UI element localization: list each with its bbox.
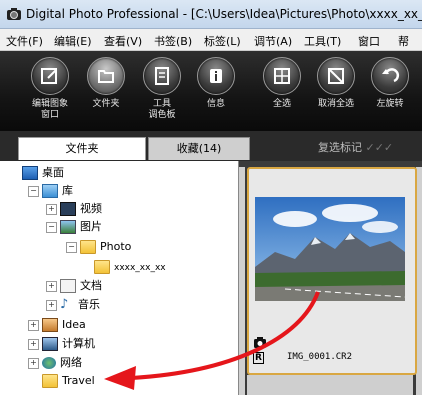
camera-icon <box>254 337 266 348</box>
rotate-left-button[interactable]: 左旋转 <box>366 57 414 110</box>
tab-favorites[interactable]: 收藏(14) <box>148 137 250 160</box>
menu-window[interactable]: 窗口 <box>358 33 380 49</box>
thumbnail-card[interactable]: R IMG_0001.CR2 <box>247 167 417 375</box>
tree-item-desktop[interactable]: 桌面 <box>22 165 64 181</box>
info-label: 信息 <box>206 99 225 109</box>
tool-palette-label: 工具 调色板 <box>148 99 176 120</box>
network-icon <box>42 357 56 369</box>
menu-adjust[interactable]: 调节(A) <box>254 33 292 49</box>
tree-label: 视频 <box>80 202 102 215</box>
tab-folder[interactable]: 文件夹 <box>18 137 146 160</box>
select-all-icon <box>263 57 301 95</box>
expand-icon[interactable]: + <box>46 299 57 311</box>
rotate-left-icon <box>371 57 409 95</box>
folder-icon <box>94 260 110 274</box>
tree-label: 文档 <box>80 279 102 292</box>
documents-icon <box>60 279 76 293</box>
tree-label: Idea <box>62 318 86 331</box>
select-all-button[interactable]: 全选 <box>258 57 306 110</box>
checkmark-filter[interactable]: 复选标记 ✓✓✓ <box>256 137 422 159</box>
video-icon <box>60 202 76 216</box>
tree-label: 库 <box>62 184 73 197</box>
info-button[interactable]: 信息 <box>192 57 240 110</box>
edit-image-window-button[interactable]: 编辑图象 窗口 <box>26 57 74 121</box>
tree-item-date-folder[interactable]: xxxx_xx_xx <box>94 259 166 275</box>
deselect-all-icon <box>317 57 355 95</box>
info-icon <box>197 57 235 95</box>
menu-label[interactable]: 标签(L) <box>204 33 241 49</box>
menu-help[interactable]: 帮 <box>398 33 409 49</box>
menu-tools[interactable]: 工具(T) <box>304 33 341 49</box>
expand-icon[interactable]: + <box>46 280 57 292</box>
user-icon <box>42 318 58 332</box>
folder-label: 文件夹 <box>92 99 120 109</box>
folder-tree: 桌面 − 库 + 视频 − 图片 − Photo xxxx_xx_xx + 文档 + ♪ 音乐… <box>18 161 239 395</box>
tree-item-network[interactable]: + 网络 <box>28 355 82 371</box>
tree-label: 网络 <box>60 356 82 369</box>
thumbnail-filename: IMG_0001.CR2 <box>287 352 353 362</box>
thumbnail-card-next[interactable] <box>247 375 413 395</box>
tree-item-photo[interactable]: − Photo <box>66 239 131 255</box>
raw-badge: R <box>253 352 264 364</box>
edit-image-label: 编辑图象 窗口 <box>31 99 68 120</box>
expand-icon[interactable]: + <box>28 319 39 331</box>
folder-button[interactable]: 文件夹 <box>82 57 130 110</box>
tree-item-video[interactable]: + 视频 <box>46 201 102 217</box>
library-icon <box>42 184 58 198</box>
checkmark-filter-label: 复选标记 <box>318 141 362 154</box>
app-icon <box>7 8 21 20</box>
tree-item-documents[interactable]: + 文档 <box>46 278 102 294</box>
window-title: Digital Photo Professional - [C:\Users\I… <box>26 7 422 21</box>
tree-label: 桌面 <box>42 166 64 179</box>
menu-bookmark[interactable]: 书签(B) <box>154 33 192 49</box>
menu-file[interactable]: 文件(F) <box>6 33 43 49</box>
tool-palette-button[interactable]: 工具 调色板 <box>138 57 186 121</box>
expand-icon[interactable]: + <box>28 357 39 369</box>
tree-item-library[interactable]: − 库 <box>28 183 73 199</box>
tool-palette-icon <box>143 57 181 95</box>
folder-icon <box>42 374 58 388</box>
tree-label: 图片 <box>80 220 102 233</box>
menu-edit[interactable]: 编辑(E) <box>54 33 92 49</box>
tree-item-computer[interactable]: + 计算机 <box>28 336 95 352</box>
tree-label: 计算机 <box>62 337 95 350</box>
collapse-icon[interactable]: − <box>66 241 77 253</box>
menu-view[interactable]: 查看(V) <box>104 33 142 49</box>
folder-icon <box>87 57 125 95</box>
checkmark-icons: ✓✓✓ <box>365 141 394 154</box>
tree-item-pictures[interactable]: − 图片 <box>46 219 102 235</box>
toolbar: 编辑图象 窗口 文件夹 工具 调色板 信息 全选 取消全选 左旋转 <box>0 51 422 131</box>
deselect-all-button[interactable]: 取消全选 <box>312 57 360 110</box>
title-bar: Digital Photo Professional - [C:\Users\I… <box>0 0 422 29</box>
tree-label: Travel <box>62 374 95 387</box>
tree-label: xxxx_xx_xx <box>114 263 166 273</box>
edit-image-icon <box>31 57 69 95</box>
thumbnail-column-left <box>239 167 245 395</box>
tree-label: Photo <box>100 240 132 253</box>
collapse-icon[interactable]: − <box>46 221 57 233</box>
expand-icon[interactable]: + <box>46 203 57 215</box>
pictures-icon <box>60 220 76 234</box>
panel-tabs: 文件夹 收藏(14) 复选标记 ✓✓✓ <box>0 131 422 161</box>
thumbnail-viewer: R IMG_0001.CR2 <box>239 161 422 395</box>
collapse-icon[interactable]: − <box>28 185 39 197</box>
folder-icon <box>80 240 96 254</box>
music-icon: ♪ <box>60 297 69 312</box>
deselect-all-label: 取消全选 <box>317 99 354 109</box>
menu-bar: 文件(F) 编辑(E) 查看(V) 书签(B) 标签(L) 调节(A) 工具(T… <box>0 29 422 51</box>
tree-item-travel[interactable]: Travel <box>42 373 95 389</box>
tree-item-music[interactable]: + ♪ 音乐 <box>46 297 100 313</box>
desktop-icon <box>22 166 38 180</box>
tree-label: 音乐 <box>78 298 100 311</box>
tree-item-idea[interactable]: + Idea <box>28 317 86 333</box>
expand-icon[interactable]: + <box>28 338 39 350</box>
rotate-left-label: 左旋转 <box>376 99 404 109</box>
photo-thumbnail <box>255 197 405 301</box>
select-all-label: 全选 <box>272 99 291 109</box>
computer-icon <box>42 337 58 351</box>
